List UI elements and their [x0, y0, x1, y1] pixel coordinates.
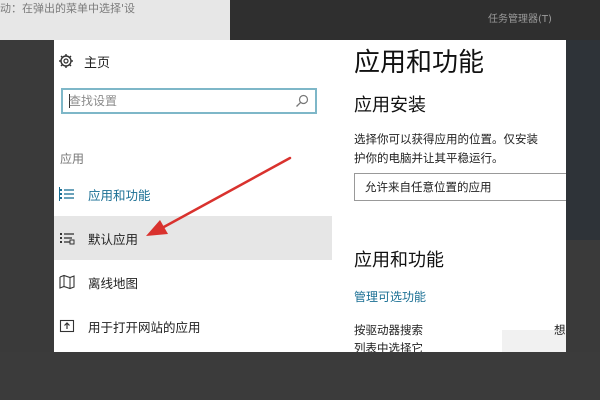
- sidebar-item-label: 默认应用: [88, 231, 139, 247]
- sidebar-item-apps-for-websites[interactable]: 用于打开网站的应用: [54, 304, 332, 348]
- sidebar-item-offline-maps[interactable]: 离线地图: [54, 260, 332, 304]
- context-menu-item-task-manager[interactable]: 任务管理器(T): [488, 10, 560, 32]
- search-by-drive-text-continued: 列表中选择它: [354, 341, 423, 352]
- background-text: 动：在弹出的菜单中选择'设: [0, 2, 136, 15]
- search-by-drive-suffix: 想: [554, 323, 566, 337]
- sidebar-item-default-apps[interactable]: 默认应用: [54, 216, 332, 260]
- sidebar-item-label: 应用和功能: [88, 187, 151, 203]
- offline-map-icon: [59, 274, 75, 290]
- home-label: 主页: [84, 55, 111, 71]
- search-input[interactable]: [69, 90, 289, 112]
- gear-icon: [59, 54, 73, 68]
- sidebar-item-label: 离线地图: [88, 275, 139, 291]
- background-panel: 动：在弹出的菜单中选择'设: [0, 0, 230, 40]
- background-context-menu: 任务管理器(T): [230, 0, 600, 40]
- default-apps-icon: [60, 233, 75, 245]
- background-bottom: [0, 352, 600, 400]
- manage-optional-features-link[interactable]: 管理可选功能: [354, 288, 426, 305]
- section-title-app-install: 应用安装: [354, 95, 426, 116]
- home-nav-item[interactable]: 主页: [58, 51, 110, 71]
- search-box[interactable]: [61, 88, 317, 114]
- settings-sidebar: 主页 应用 应用和功能: [54, 40, 332, 352]
- section-title-apps-features: 应用和功能: [354, 250, 444, 271]
- page-title: 应用和功能: [354, 48, 485, 78]
- sidebar-item-label: 用于打开网站的应用: [88, 319, 201, 335]
- section-label-apps: 应用: [60, 152, 85, 166]
- settings-window: 主页 应用 应用和功能: [54, 40, 566, 352]
- install-source-dropdown[interactable]: 允许来自任意位置的应用: [354, 173, 566, 201]
- open-site-icon: [59, 319, 75, 333]
- install-description-line: 选择你可以获得应用的位置。仅安装: [354, 132, 538, 146]
- search-icon[interactable]: [295, 94, 309, 108]
- install-description-line: 护你的电脑并让其平稳运行。: [354, 151, 504, 165]
- sidebar-item-apps-features[interactable]: 应用和功能: [54, 172, 332, 216]
- settings-content: 应用和功能 应用安装 选择你可以获得应用的位置。仅安装 护你的电脑并让其平稳运行…: [332, 40, 566, 352]
- apps-list-icon: [59, 187, 74, 201]
- install-description: 选择你可以获得应用的位置。仅安装 护你的电脑并让其平稳运行。: [354, 130, 566, 168]
- background-strip: [566, 40, 600, 240]
- search-by-drive-text: 按驱动器搜索: [354, 323, 423, 337]
